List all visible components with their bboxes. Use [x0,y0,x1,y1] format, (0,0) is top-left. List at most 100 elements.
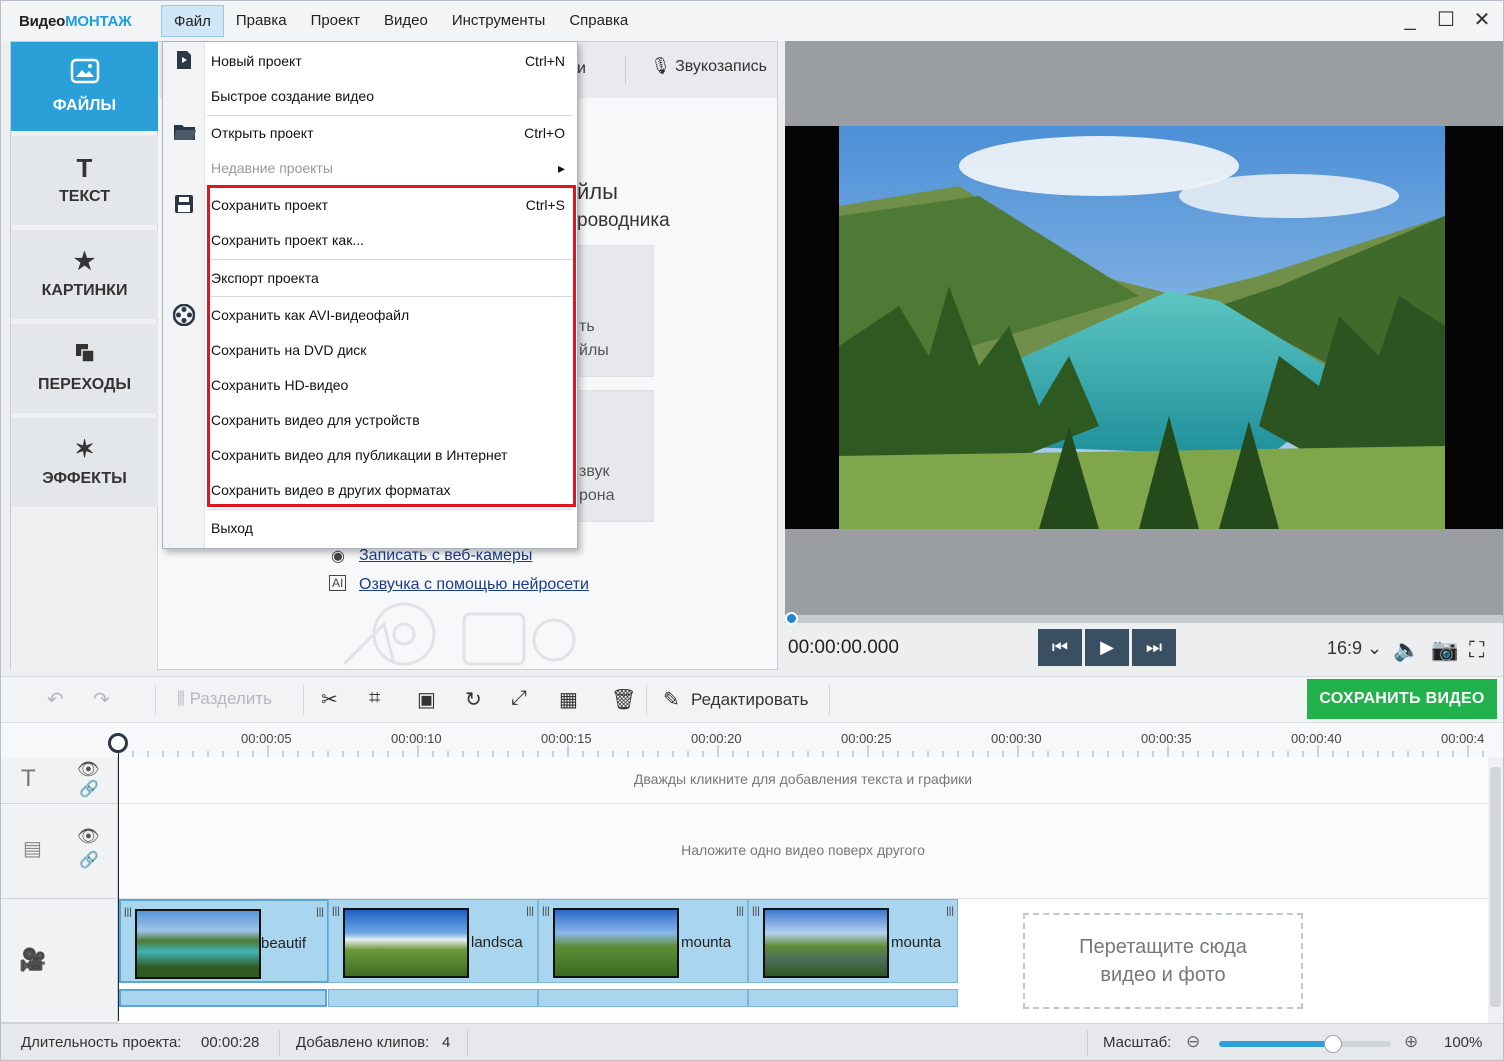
overlay-track[interactable]: Наложите одно видео поверх другого [118,804,1488,899]
menu-edit[interactable]: Правка [224,5,299,37]
undo-icon[interactable]: ↶ [47,687,64,712]
text-track[interactable]: Дважды кликните для добавления текста и … [118,757,1488,804]
eye-icon[interactable]: 👁 [77,826,100,847]
zoom-slider-handle[interactable] [1323,1035,1342,1053]
seek-handle[interactable] [785,612,798,625]
annotation-highlight-box [207,185,576,507]
link-icon[interactable]: 🔗 [79,779,99,799]
link-icon[interactable]: 🔗 [79,850,99,870]
voice-record-tab[interactable]: 🎙 Звукозапись [650,56,767,76]
rotate-icon[interactable]: ↻ [465,687,482,712]
split-icon: ⫼ [177,689,185,708]
film-reel-icon [172,303,196,327]
tick-label: 00:00:10 [391,731,442,746]
delete-icon[interactable]: 🗑 [611,687,636,712]
timeline-ruler[interactable]: 00:00:05 00:00:10 00:00:15 00:00:20 00:0… [1,723,1503,757]
menu-recent-projects[interactable]: Недавние проекты ▸ [211,158,571,178]
redo-icon[interactable]: ↷ [93,687,110,712]
main-track-header: 🎥 [1,899,118,1023]
tab-effects[interactable]: ✶ ЭФФЕКТЫ [11,418,158,507]
camera-snapshot-icon[interactable]: 📷 [1431,637,1458,663]
edit-button[interactable]: Редактировать [691,690,808,710]
close-button[interactable]: ✕ [1471,9,1493,31]
tick-label: 00:00:25 [841,731,892,746]
clip-grip-icon[interactable]: ||| [316,907,324,918]
zoom-in-icon[interactable]: ⊕ [1404,1032,1418,1052]
timeline-vertical-scrollbar[interactable] [1488,757,1503,1023]
scrollbar-thumb[interactable] [1490,767,1501,1007]
menu-quick-video[interactable]: Быстрое создание видео [211,86,571,106]
tab-text[interactable]: T ТЕКСТ [11,136,158,225]
previous-frame-button[interactable]: ⏮ [1038,629,1082,666]
crop-icon[interactable]: ⌗ [369,687,380,710]
zoom-value: 100% [1444,1034,1483,1051]
subtab-partial[interactable]: и [577,60,586,78]
clip-grip-icon[interactable]: ||| [124,907,132,918]
shortcut-new: Ctrl+N [524,53,565,69]
video-clip[interactable]: ||| beautif ||| [119,899,329,983]
video-viewport[interactable] [785,126,1503,529]
split-button[interactable]: ⫼ Разделить [177,689,272,709]
clip-audio-bar[interactable] [538,989,748,1007]
files-subheading: роводника [577,210,670,231]
clip-grip-icon[interactable]: ||| [332,906,340,917]
clip-thumbnail [553,908,679,978]
playhead-handle[interactable] [108,733,128,753]
tab-transitions[interactable]: ПЕРЕХОДЫ [11,324,158,413]
volume-icon[interactable]: 🔈 [1393,637,1420,663]
speed-icon[interactable]: ⤢ [511,687,527,710]
minimize-button[interactable]: _ [1399,9,1421,31]
film-cut-icon[interactable]: ▦ [559,687,578,712]
skip-back-icon: ⏮ [1051,637,1069,657]
transitions-icon [75,343,95,368]
clip-grip-icon[interactable]: ||| [526,906,534,917]
microphone-icon: 🎙 [650,58,671,75]
ai-voice-link[interactable]: Озвучка с помощью нейросети [359,576,589,594]
menu-exit[interactable]: Выход [211,518,571,538]
clip-audio-bar[interactable] [328,989,538,1007]
menu-exit-label: Выход [211,520,253,536]
menu-tools[interactable]: Инструменты [440,5,558,37]
clips-added-label: Добавлено клипов: [296,1034,430,1051]
maximize-button[interactable]: ☐ [1435,9,1457,31]
save-video-button[interactable]: СОХРАНИТЬ ВИДЕО [1307,679,1497,719]
eye-icon[interactable]: 👁 [77,759,100,780]
zoom-out-icon[interactable]: ⊖ [1186,1032,1200,1052]
aspect-ratio-select[interactable]: 16:9 ⌄ [1327,638,1382,659]
next-frame-button[interactable]: ⏭ [1132,629,1176,666]
menu-video[interactable]: Видео [372,5,440,37]
video-clip[interactable]: ||| landsca ||| [328,899,538,983]
webcam-link[interactable]: Записать с веб-камеры [359,547,532,565]
video-camera-icon: 🎥 [19,947,47,972]
menu-open-project[interactable]: Открыть проект Ctrl+O [211,123,571,143]
video-clip[interactable]: ||| mounta ||| [748,899,958,983]
clip-grip-icon[interactable]: ||| [542,906,550,917]
subtab-divider [625,56,626,84]
video-clip[interactable]: ||| mounta ||| [538,899,748,983]
clip-grip-icon[interactable]: ||| [946,906,954,917]
seek-bar[interactable] [785,612,1503,625]
tab-files[interactable]: ФАЙЛЫ [11,42,158,131]
clip-grip-icon[interactable]: ||| [752,906,760,917]
menu-help[interactable]: Справка [557,5,640,37]
frame-icon[interactable]: ▣ [417,687,436,712]
media-drop-zone[interactable]: Перетащите сюда видео и фото [1023,913,1303,1009]
tick-label: 00:00:4 [1441,731,1485,746]
playhead-line[interactable] [118,741,119,1021]
tab-pictures[interactable]: ★ КАРТИНКИ [11,230,158,319]
side-tabs: ФАЙЛЫ T ТЕКСТ ★ КАРТИНКИ ПЕРЕХОДЫ ✶ ЭФФЕ… [11,42,158,671]
scissors-icon[interactable]: ✂ [321,687,338,712]
menu-project[interactable]: Проект [299,5,372,37]
clip-audio-bar[interactable] [748,989,958,1007]
fullscreen-icon[interactable]: ⛶ [1469,637,1484,663]
clip-grip-icon[interactable]: ||| [736,906,744,917]
menu-file[interactable]: Файл [161,5,224,37]
clip-audio-bar[interactable] [119,989,327,1007]
play-button[interactable]: ▶ [1085,629,1129,666]
menu-open-project-label: Открыть проект [211,125,314,141]
zoom-slider[interactable] [1219,1035,1391,1053]
split-label: Разделить [189,689,272,708]
clip-thumbnail [135,909,261,979]
status-separator [1087,1030,1088,1056]
menu-new-project[interactable]: Новый проект Ctrl+N [211,51,571,71]
